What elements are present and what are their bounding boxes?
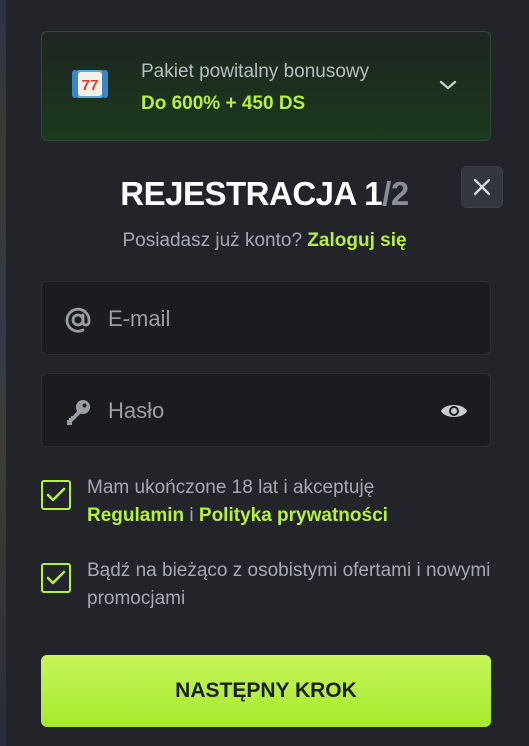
email-field[interactable]: E-mail: [41, 281, 491, 355]
consent-marketing-checkbox[interactable]: [41, 563, 71, 593]
title-step: /2: [382, 175, 409, 212]
next-step-button[interactable]: NASTĘPNY KROK: [41, 655, 491, 727]
password-field[interactable]: Hasło: [41, 373, 491, 447]
bonus-value: Do 600% + 450 DS: [141, 93, 306, 114]
consent-terms-checkbox[interactable]: [41, 480, 71, 510]
svg-text:77: 77: [82, 77, 99, 94]
bonus-package-dropdown[interactable]: 77 Pakiet powitalny bonusowy Do 600% + 4…: [41, 31, 491, 141]
eye-icon[interactable]: [440, 400, 468, 422]
checkmark-icon: [46, 487, 66, 502]
consent-joiner: i: [184, 505, 199, 526]
background-strip: [0, 0, 6, 746]
password-placeholder: Hasło: [108, 398, 165, 423]
email-placeholder: E-mail: [108, 306, 171, 331]
bonus-title: Pakiet powitalny bonusowy: [141, 61, 370, 82]
login-prompt-text: Posiadasz już konto?: [122, 230, 303, 251]
slot-77-icon: 77: [72, 70, 108, 98]
terms-link[interactable]: Regulamin: [87, 505, 184, 526]
login-link[interactable]: Zaloguj się: [307, 230, 406, 251]
checkmark-icon: [46, 570, 66, 585]
title-main: REJESTRACJA 1: [120, 175, 383, 212]
consent-terms-label: Mam ukończone 18 lat i akceptuję: [87, 477, 375, 498]
consent-terms-text: Mam ukończone 18 lat i akceptuję Regulam…: [87, 474, 491, 530]
login-prompt: Posiadasz już konto? Zaloguj się: [0, 230, 529, 252]
privacy-policy-link[interactable]: Polityka prywatności: [199, 505, 388, 526]
page-title: REJESTRACJA 1/2: [0, 175, 529, 213]
consent-marketing-text: Bądź na bieżąco z osobistymi ofertami i …: [87, 560, 491, 609]
key-icon: [67, 400, 90, 425]
at-icon: [65, 307, 91, 333]
chevron-down-icon[interactable]: [438, 78, 458, 92]
